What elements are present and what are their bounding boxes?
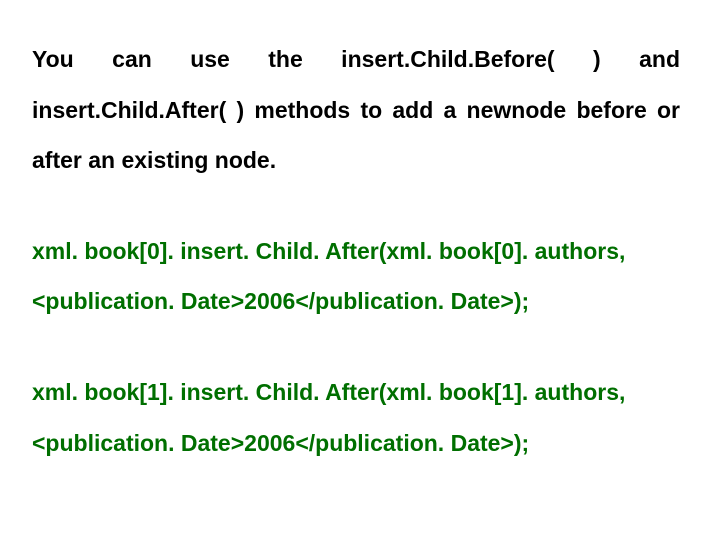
code2-line1: xml. book[1]. insert. Child. After(xml. …: [32, 379, 625, 405]
intro-text: You can use the insert.Child.Before( ) a…: [32, 46, 680, 173]
code1-line1: xml. book[0]. insert. Child. After(xml. …: [32, 238, 625, 264]
code2-line2: <publication. Date>2006</publication. Da…: [32, 430, 529, 456]
code1-line2: <publication. Date>2006</publication. Da…: [32, 288, 529, 314]
intro-paragraph: You can use the insert.Child.Before( ) a…: [32, 34, 680, 186]
document-page: You can use the insert.Child.Before( ) a…: [0, 0, 720, 468]
code-block-1: xml. book[0]. insert. Child. After(xml. …: [32, 226, 680, 327]
code-block-2: xml. book[1]. insert. Child. After(xml. …: [32, 367, 680, 468]
